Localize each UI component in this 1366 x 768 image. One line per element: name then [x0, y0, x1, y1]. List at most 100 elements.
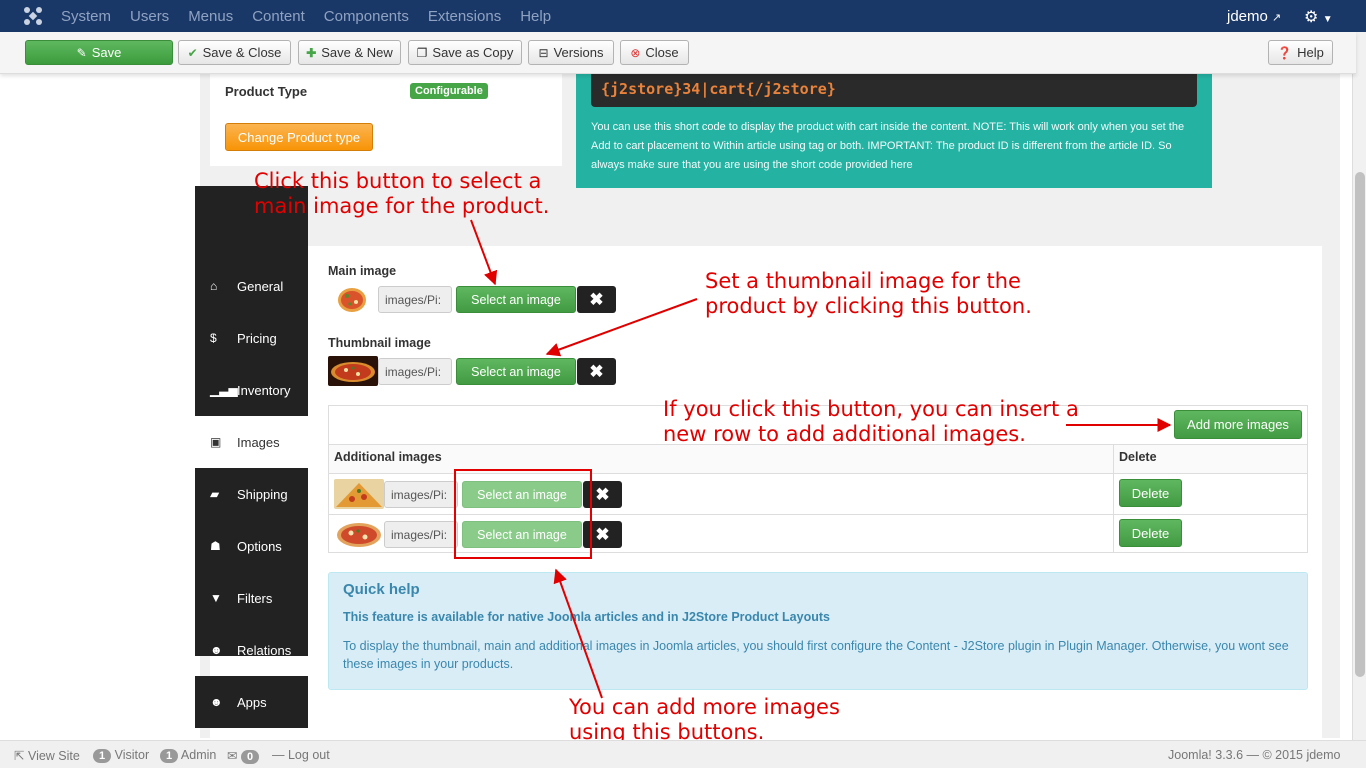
external-link-icon: ↗ [1272, 12, 1282, 24]
signal-icon: ▁▃▅ [210, 383, 238, 397]
menu-menus[interactable]: Menus [188, 8, 233, 25]
copy-icon: ❐ [416, 45, 428, 60]
tab-apps[interactable]: ☻ Apps [195, 676, 308, 728]
main-image-label: Main image [328, 264, 397, 278]
main-image-path[interactable]: images/Pi: [378, 286, 452, 313]
help-label: Help [1297, 45, 1324, 60]
help-button[interactable]: ❓ Help [1268, 40, 1333, 65]
tab-label: Apps [237, 694, 267, 710]
thumbnail-image-path[interactable]: images/Pi: [378, 358, 452, 385]
shortcode: {j2store}34|cart{/j2store} [591, 74, 1197, 107]
annotation-additional: You can add more images using this butto… [569, 695, 840, 745]
product-type-label: Product Type [225, 84, 308, 99]
admin-label: Admin [180, 748, 217, 762]
tab-label: Pricing [237, 330, 277, 346]
tab-label: Relations [237, 642, 292, 658]
save-button[interactable]: ✎ Save [25, 40, 173, 65]
page-scrollbar[interactable] [1352, 32, 1366, 740]
save-copy-button[interactable]: ❐ Save as Copy [408, 40, 522, 65]
main-image-thumbnail [338, 288, 366, 312]
quick-help-box: Quick help This feature is available for… [328, 572, 1308, 690]
versions-button[interactable]: ⊟ Versions [528, 40, 614, 65]
tab-label: General [237, 278, 284, 294]
truck-icon: ▰ [210, 487, 220, 501]
highlight-box [454, 469, 592, 559]
menu-users[interactable]: Users [130, 8, 169, 25]
logout-label: Log out [287, 748, 330, 762]
delete-header: Delete [1119, 450, 1157, 464]
tab-relations[interactable]: ☻ Relations [195, 624, 308, 676]
thumbnail-clear-button[interactable]: ✖ [577, 358, 616, 385]
admin-count: 1 [160, 749, 179, 763]
tab-label: Inventory [237, 382, 291, 398]
versions-label: Versions [553, 45, 604, 60]
messages-status[interactable]: ✉ 0 [227, 748, 260, 764]
save-close-button[interactable]: ✔ Save & Close [178, 40, 291, 65]
column-divider [1113, 444, 1114, 553]
product-tabs: ⌂ General $ Pricing ▁▃▅ Inventory ▣ Images ▰… [195, 186, 308, 658]
tab-label: Options [237, 538, 282, 554]
sitemap-icon: ☗ [210, 539, 221, 553]
top-navbar: System Users Menus Content Components Ex… [0, 0, 1366, 32]
menu-extensions[interactable]: Extensions [428, 8, 501, 25]
tab-apps-wrap: ☻ Apps [195, 676, 308, 728]
image-icon: ▣ [210, 435, 222, 449]
additional-image-path[interactable]: images/Pi: [384, 521, 458, 548]
delete-button[interactable]: Delete [1119, 479, 1182, 507]
joomla-logo-icon[interactable] [22, 5, 44, 27]
thumbnail-select-image-button[interactable]: Select an image [456, 358, 576, 385]
save-new-button[interactable]: ✚ Save & New [298, 40, 401, 65]
annotation-line: If you click this button, you can insert… [663, 397, 1079, 421]
gear-icon: ⚙ [1304, 9, 1319, 26]
quick-help-text: To display the thumbnail, main and addit… [343, 639, 1289, 671]
main-clear-button[interactable]: ✖ [577, 286, 616, 313]
product-type-badge: Configurable [410, 83, 488, 99]
annotation-line: new row to add additional images. [663, 422, 1026, 446]
tab-filters[interactable]: ▼ Filters [195, 572, 308, 624]
dollar-icon: $ [210, 331, 217, 345]
tab-general[interactable]: ⌂ General [195, 260, 308, 312]
admins-status: 1 Admin [160, 748, 216, 763]
question-icon: ❓ [1277, 45, 1293, 60]
change-product-type-button[interactable]: Change Product type [225, 123, 373, 151]
visitor-label: Visitor [114, 748, 150, 762]
main-select-image-button[interactable]: Select an image [456, 286, 576, 313]
quick-help-title: Quick help [343, 581, 420, 598]
users-icon: ☻ [210, 643, 223, 657]
additional-images-header: Additional images [334, 450, 442, 464]
tab-pricing[interactable]: $ Pricing [195, 312, 308, 364]
delete-button[interactable]: Delete [1119, 519, 1182, 547]
tab-label: Images [237, 434, 280, 450]
logout-link[interactable]: — Log out [272, 748, 330, 762]
view-site-link[interactable]: ⇱ View Site [14, 748, 80, 763]
visitor-count: 1 [93, 749, 112, 763]
annotation-line: You can add more images [569, 695, 840, 719]
archive-icon: ⊟ [538, 45, 549, 60]
thumbnail-image-label: Thumbnail image [328, 336, 431, 350]
message-count: 0 [240, 750, 260, 764]
close-circle-icon: ⊗ [630, 45, 641, 60]
user-menu[interactable]: jdemo ↗ [1227, 8, 1281, 25]
menu-system[interactable]: System [61, 8, 111, 25]
tab-images[interactable]: ▣ Images [195, 416, 308, 468]
settings-dropdown[interactable]: ⚙ ▼ [1304, 7, 1333, 27]
shortcode-note: You can use this short code to display t… [591, 121, 1185, 171]
users-icon: ☻ [210, 695, 223, 709]
add-more-images-button[interactable]: Add more images [1174, 410, 1302, 439]
external-link-icon: ⇱ [14, 749, 25, 763]
plus-icon: ✚ [306, 45, 317, 60]
tab-shipping[interactable]: ▰ Shipping [195, 468, 308, 520]
save-copy-label: Save as Copy [432, 45, 514, 60]
additional-image-thumbnail [334, 479, 384, 509]
menu-content[interactable]: Content [252, 8, 305, 25]
scrollbar-thumb[interactable] [1355, 172, 1365, 677]
tab-inventory[interactable]: ▁▃▅ Inventory [195, 364, 308, 416]
menu-components[interactable]: Components [324, 8, 409, 25]
menu-help[interactable]: Help [520, 8, 551, 25]
close-button[interactable]: ⊗ Close [620, 40, 689, 65]
shortcode-panel: {j2store}34|cart{/j2store} You can use t… [576, 74, 1212, 188]
additional-image-path[interactable]: images/Pi: [384, 481, 458, 508]
home-icon: ⌂ [210, 279, 218, 293]
tab-options[interactable]: ☗ Options [195, 520, 308, 572]
filter-icon: ▼ [210, 591, 222, 605]
